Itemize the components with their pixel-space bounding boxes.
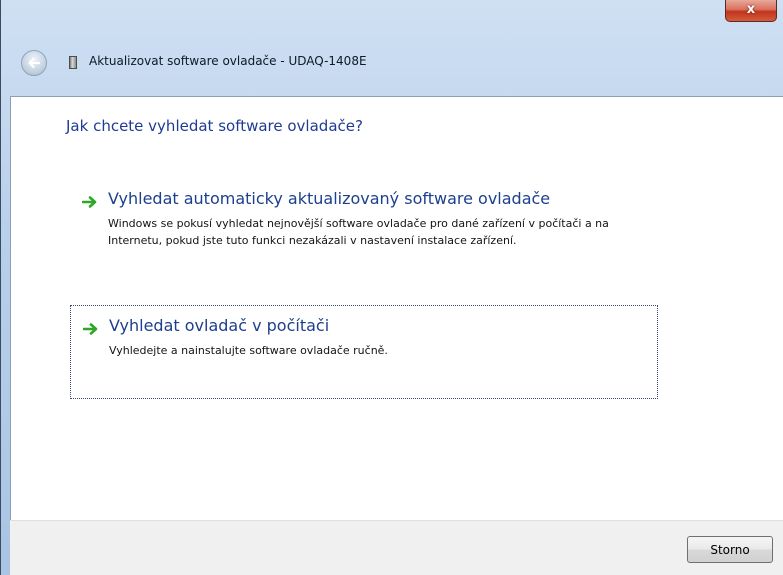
- option-description: Vyhledejte a nainstalujte software ovlad…: [109, 344, 388, 357]
- green-arrow-icon: [83, 323, 98, 335]
- option-title: Vyhledat automaticky aktualizovaný softw…: [108, 189, 551, 208]
- option-search-automatically[interactable]: Vyhledat automaticky aktualizovaný softw…: [70, 179, 658, 271]
- device-icon: [69, 56, 77, 69]
- window-title: Aktualizovat software ovladače - UDAQ-14…: [89, 54, 367, 68]
- option-browse-computer[interactable]: Vyhledat ovladač v počítači Vyhledejte a…: [70, 305, 658, 399]
- option-description: Windows se pokusí vyhledat nejnovější so…: [108, 217, 609, 247]
- page-heading: Jak chcete vyhledat software ovladače?: [66, 117, 363, 135]
- driver-update-window: x Aktualizovat software ovladače - UDAQ-…: [0, 0, 783, 575]
- close-button[interactable]: x: [725, 0, 777, 22]
- title-bar: x Aktualizovat software ovladače - UDAQ-…: [1, 0, 783, 95]
- green-arrow-icon: [82, 196, 97, 208]
- cancel-button[interactable]: Storno: [687, 536, 773, 563]
- footer-bar: Storno: [10, 520, 783, 575]
- close-icon: x: [746, 2, 756, 17]
- option-title: Vyhledat ovladač v počítači: [109, 316, 330, 335]
- back-arrow-icon: [28, 57, 41, 69]
- back-button[interactable]: [21, 50, 47, 76]
- content-area: Jak chcete vyhledat software ovladače? V…: [10, 96, 783, 520]
